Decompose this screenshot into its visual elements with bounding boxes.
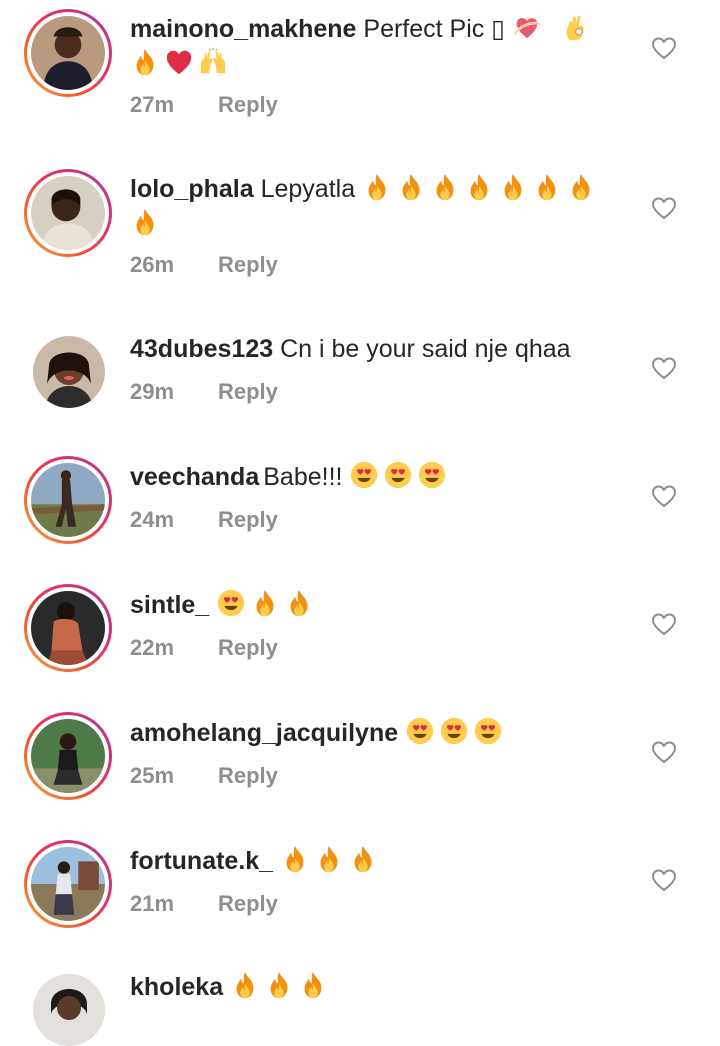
comment-meta: 27m Reply [130, 92, 278, 118]
comment-text: sintle_ [130, 587, 630, 623]
comment-meta: 24m Reply [130, 507, 278, 533]
comment-body: Cn i be your said nje qhaa [280, 335, 571, 363]
reply-button[interactable]: Reply [218, 635, 278, 660]
reply-button[interactable]: Reply [218, 763, 278, 788]
username[interactable]: veechanda [130, 463, 259, 491]
fire-emoji [566, 172, 596, 202]
timestamp: 25m [130, 763, 175, 788]
heart-outline-icon[interactable] [651, 196, 677, 220]
comment-body: Babe!!! [263, 463, 343, 491]
fire-emoji [348, 844, 378, 874]
avatar[interactable] [31, 463, 105, 537]
comment-text: veechanda Babe!!! [130, 459, 630, 495]
heart-eyes-emoji [405, 716, 435, 746]
reply-button[interactable]: Reply [218, 92, 278, 117]
comment-text: amohelang_jacquilyne [130, 715, 630, 751]
timestamp: 29m [130, 379, 175, 404]
comment-text-line2 [130, 206, 630, 242]
fire-emoji [314, 844, 344, 874]
reply-button[interactable]: Reply [218, 507, 278, 532]
username[interactable]: lolo_phala [130, 175, 254, 203]
fire-emoji [464, 172, 494, 202]
story-ring[interactable] [24, 584, 112, 672]
heart-outline-icon[interactable] [651, 356, 677, 380]
timestamp: 24m [130, 507, 175, 532]
sparkle-heart-emoji [512, 12, 542, 42]
fire-emoji [532, 172, 562, 202]
reply-button[interactable]: Reply [218, 252, 278, 277]
comment-body: Lepyatla [260, 175, 356, 203]
heart-eyes-emoji [439, 716, 469, 746]
heart-eyes-emoji [383, 460, 413, 490]
story-ring[interactable] [24, 169, 112, 257]
fire-emoji [362, 172, 392, 202]
username[interactable]: fortunate.k_ [130, 847, 273, 875]
username[interactable]: kholeka [130, 973, 223, 1001]
timestamp: 22m [130, 635, 175, 660]
timestamp: 21m [130, 891, 175, 916]
avatar[interactable] [31, 847, 105, 921]
comment-text: kholeka [130, 969, 630, 1005]
heart-outline-icon[interactable] [651, 740, 677, 764]
username[interactable]: amohelang_jacquilyne [130, 719, 398, 747]
story-ring[interactable] [24, 712, 112, 800]
avatar[interactable] [31, 719, 105, 793]
username[interactable]: mainono_makhene [130, 15, 356, 43]
username[interactable]: 43dubes123 [130, 335, 273, 363]
avatar[interactable] [33, 974, 105, 1046]
fire-emoji [498, 172, 528, 202]
comment-text: fortunate.k_ [130, 843, 630, 879]
fire-emoji [298, 970, 328, 1000]
red-heart-emoji [164, 47, 194, 77]
comment-text: mainono_makhene Perfect Pic ▯ [130, 11, 630, 47]
comment-text: lolo_phala Lepyatla [130, 171, 630, 207]
comment-meta: 22m Reply [130, 635, 278, 661]
heart-eyes-emoji [216, 588, 246, 618]
ok-hand-emoji [561, 12, 591, 42]
story-ring[interactable] [24, 840, 112, 928]
heart-outline-icon[interactable] [651, 484, 677, 508]
fire-emoji [130, 207, 160, 237]
comment-text-line2 [130, 46, 630, 82]
story-ring[interactable] [24, 456, 112, 544]
heart-eyes-emoji [417, 460, 447, 490]
heart-outline-icon[interactable] [651, 868, 677, 892]
fire-emoji [230, 970, 260, 1000]
fire-emoji [396, 172, 426, 202]
avatar[interactable] [31, 591, 105, 665]
comment-meta: 26m Reply [130, 252, 278, 278]
avatar[interactable] [31, 176, 105, 250]
username[interactable]: sintle_ [130, 591, 209, 619]
fire-emoji [130, 47, 160, 77]
heart-outline-icon[interactable] [651, 612, 677, 636]
comment-meta: 25m Reply [130, 763, 278, 789]
fire-emoji [430, 172, 460, 202]
avatar[interactable] [33, 336, 105, 408]
story-ring[interactable] [24, 9, 112, 97]
fire-emoji [280, 844, 310, 874]
timestamp: 26m [130, 252, 175, 277]
comment-text: 43dubes123 Cn i be your said nje qhaa [130, 331, 630, 367]
comment-meta: 29m Reply [130, 379, 278, 405]
heart-outline-icon[interactable] [651, 36, 677, 60]
reply-button[interactable]: Reply [218, 891, 278, 916]
raised-hands-emoji [198, 47, 228, 77]
fire-emoji [284, 588, 314, 618]
comment-body: Perfect Pic ▯ [363, 15, 505, 43]
heart-eyes-emoji [473, 716, 503, 746]
fire-emoji [264, 970, 294, 1000]
comment-meta: 21m Reply [130, 891, 278, 917]
timestamp: 27m [130, 92, 175, 117]
fire-emoji [250, 588, 280, 618]
reply-button[interactable]: Reply [218, 379, 278, 404]
avatar[interactable] [31, 16, 105, 90]
heart-eyes-emoji [349, 460, 379, 490]
